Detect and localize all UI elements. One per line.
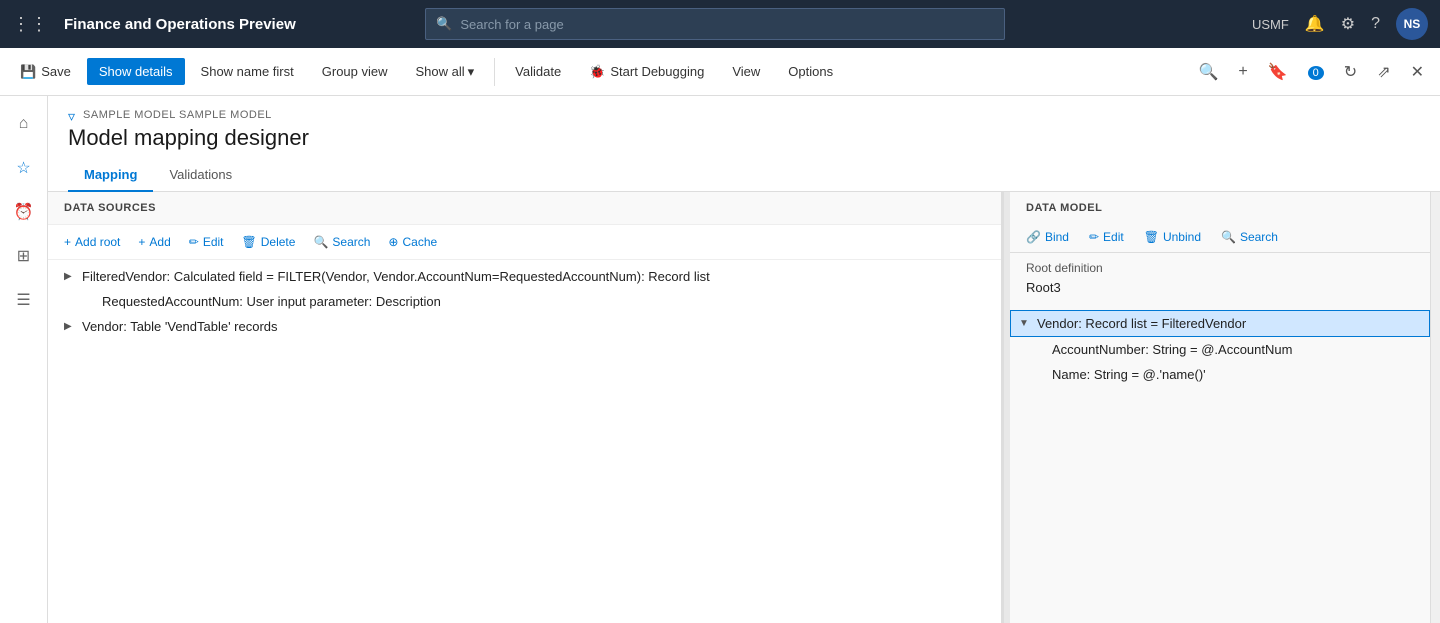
page-title: Model mapping designer [68, 125, 1420, 151]
dm-tree-item-vendor[interactable]: ▼ Vendor: Record list = FilteredVendor [1010, 310, 1430, 337]
content-area: DATA SOURCES + Add root + Add ✏ Edit [48, 192, 1440, 623]
sidebar-icon-favorites[interactable]: ☆ [4, 148, 44, 188]
toolbar-right-actions: 🔍 + 🔖 0 ↻ ⇗ ✕ [1190, 56, 1432, 88]
main-toolbar: 💾 Save Show details Show name first Grou… [0, 48, 1440, 96]
start-debugging-button[interactable]: 🐞 Start Debugging [577, 58, 716, 86]
bind-icon: 🔗 [1026, 230, 1041, 244]
delete-button[interactable]: 🗑 Delete [234, 231, 304, 253]
data-model-panel: DATA MODEL 🔗 Bind ✏ Edit 🗑 Unbind [1010, 192, 1430, 623]
search-datasource-icon: 🔍 [313, 235, 328, 249]
data-sources-tree: ▶ FilteredVendor: Calculated field = FIL… [48, 260, 1001, 623]
root-definition-value: Root3 [1026, 277, 1414, 298]
show-name-first-button[interactable]: Show name first [189, 58, 306, 85]
page-header: ▿ SAMPLE MODEL SAMPLE MODEL Model mappin… [48, 96, 1440, 192]
tree-item-vendor[interactable]: ▶ Vendor: Table 'VendTable' records [48, 314, 1001, 339]
help-icon[interactable]: ? [1371, 15, 1380, 33]
expand-vendor-icon[interactable]: ▶ [64, 321, 78, 332]
search-datasource-button[interactable]: 🔍 Search [305, 231, 378, 253]
breadcrumb: SAMPLE MODEL SAMPLE MODEL [83, 109, 272, 121]
top-nav-bar: ⋮⋮ Finance and Operations Preview 🔍 USMF… [0, 0, 1440, 48]
app-grid-icon[interactable]: ⋮⋮ [12, 14, 48, 35]
chevron-down-icon: ▾ [468, 64, 475, 80]
show-details-button[interactable]: Show details [87, 58, 185, 85]
edit-button[interactable]: ✏ Edit [181, 231, 232, 253]
data-model-toolbar: 🔗 Bind ✏ Edit 🗑 Unbind 🔍 Search [1010, 222, 1430, 253]
debug-icon: 🐞 [589, 64, 605, 80]
global-search-bar[interactable]: 🔍 [425, 8, 1005, 40]
search-dm-icon: 🔍 [1221, 230, 1236, 244]
tab-validations[interactable]: Validations [153, 159, 248, 192]
sidebar-icon-home[interactable]: ⌂ [4, 104, 44, 144]
close-toolbar-icon[interactable]: ✕ [1403, 56, 1432, 88]
open-new-icon[interactable]: ⇗ [1369, 56, 1398, 88]
add-root-plus-icon: + [64, 235, 71, 249]
bookmark-toolbar-icon[interactable]: 🔖 [1260, 56, 1296, 88]
cache-button[interactable]: ⊕ Cache [380, 231, 445, 253]
bind-button[interactable]: 🔗 Bind [1018, 226, 1077, 248]
delete-icon: 🗑 [242, 235, 257, 249]
search-toolbar-icon[interactable]: 🔍 [1190, 56, 1226, 88]
search-dm-button[interactable]: 🔍 Search [1213, 226, 1286, 248]
data-model-tree: ▼ Vendor: Record list = FilteredVendor ▶… [1010, 306, 1430, 623]
validate-button[interactable]: Validate [503, 58, 573, 85]
add-root-button[interactable]: + Add root [56, 231, 128, 253]
view-button[interactable]: View [720, 58, 772, 85]
unbind-icon: 🗑 [1144, 230, 1159, 244]
group-view-button[interactable]: Group view [310, 58, 400, 85]
edit-icon: ✏ [189, 235, 199, 249]
pin-toolbar-icon[interactable]: + [1230, 57, 1255, 87]
dm-edit-button[interactable]: ✏ Edit [1081, 226, 1132, 248]
add-plus-icon: + [138, 235, 145, 249]
top-nav-right: USMF 🔔 ⚙ ? NS [1252, 8, 1428, 40]
app-title: Finance and Operations Preview [64, 16, 296, 33]
dm-edit-icon: ✏ [1089, 230, 1099, 244]
filter-icon[interactable]: ▿ [68, 108, 75, 125]
sidebar-icon-modules[interactable]: ☰ [4, 280, 44, 320]
root-definition-label: Root definition [1026, 261, 1414, 275]
sidebar-icon-recent[interactable]: ⏰ [4, 192, 44, 232]
page-layout: ⌂ ☆ ⏰ ⊞ ☰ ▿ SAMPLE MODEL SAMPLE MODEL Mo… [0, 96, 1440, 623]
page-tabs: Mapping Validations [68, 159, 1420, 191]
sidebar-icon-workspaces[interactable]: ⊞ [4, 236, 44, 276]
options-button[interactable]: Options [776, 58, 845, 85]
tree-item-filtered-vendor[interactable]: ▶ FilteredVendor: Calculated field = FIL… [48, 264, 1001, 289]
user-avatar[interactable]: NS [1396, 8, 1428, 40]
save-icon: 💾 [20, 64, 36, 80]
notification-icon[interactable]: 🔔 [1305, 14, 1325, 34]
data-sources-header: DATA SOURCES [48, 192, 1001, 225]
dm-tree-item-account-number[interactable]: ▶ AccountNumber: String = @.AccountNum [1010, 337, 1430, 362]
dm-tree-item-name[interactable]: ▶ Name: String = @.'name()' [1010, 362, 1430, 387]
search-icon: 🔍 [436, 16, 452, 32]
data-sources-panel: DATA SOURCES + Add root + Add ✏ Edit [48, 192, 1004, 623]
save-button[interactable]: 💾 Save [8, 58, 83, 86]
main-content: ▿ SAMPLE MODEL SAMPLE MODEL Model mappin… [48, 96, 1440, 623]
dm-collapse-vendor-icon[interactable]: ▼ [1019, 318, 1033, 329]
data-sources-toolbar: + Add root + Add ✏ Edit 🗑 Delete [48, 225, 1001, 260]
settings-icon[interactable]: ⚙ [1341, 14, 1355, 34]
show-all-button[interactable]: Show all ▾ [404, 58, 487, 86]
cache-icon: ⊕ [388, 235, 398, 249]
add-button[interactable]: + Add [130, 231, 178, 253]
expand-filtered-vendor-icon[interactable]: ▶ [64, 271, 78, 282]
env-label: USMF [1252, 17, 1289, 32]
refresh-toolbar-icon[interactable]: ↻ [1336, 56, 1365, 88]
right-scrollbar[interactable] [1430, 192, 1440, 623]
tree-item-requested-account[interactable]: ▶ RequestedAccountNum: User input parame… [48, 289, 1001, 314]
unbind-button[interactable]: 🗑 Unbind [1136, 226, 1209, 248]
tab-mapping[interactable]: Mapping [68, 159, 153, 192]
left-sidebar: ⌂ ☆ ⏰ ⊞ ☰ [0, 96, 48, 623]
badge-icon[interactable]: 0 [1300, 57, 1332, 87]
toolbar-separator-1 [494, 58, 495, 86]
global-search-input[interactable] [460, 17, 994, 32]
data-model-header: DATA MODEL [1010, 192, 1430, 222]
root-definition-area: Root definition Root3 [1010, 253, 1430, 306]
